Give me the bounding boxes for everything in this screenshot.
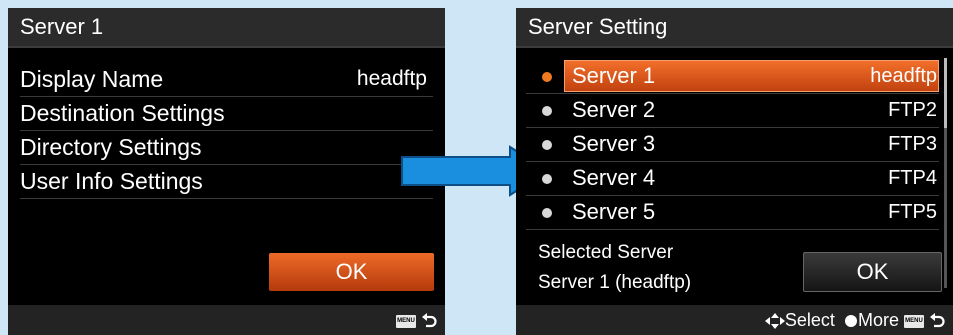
server-status-dot — [542, 140, 552, 150]
server-status-dot — [542, 106, 552, 116]
server-setting-screen: Server Setting Server 1 headftp Server 2… — [516, 8, 953, 335]
server-name: Server 5 — [572, 199, 656, 224]
footer-bar: Select More MENU — [516, 305, 953, 335]
server-value: FTP4 — [888, 167, 937, 189]
menu-item-user-info-settings[interactable]: User Info Settings — [20, 164, 433, 199]
server-list-item[interactable]: Server 1 headftp — [526, 59, 939, 94]
server-1-screen: Server 1 Display Name headftp Destinatio… — [8, 8, 445, 335]
server-status-dot — [542, 72, 552, 82]
server-name: Server 2 — [572, 97, 656, 122]
select-arrows-icon — [764, 313, 785, 330]
menu-item-label: Destination Settings — [20, 100, 225, 126]
selected-server-value: Server 1 (headftp) — [538, 272, 692, 293]
menu-item-label: Directory Settings — [20, 134, 202, 160]
server-name: Server 1 — [572, 63, 656, 88]
server-list-item[interactable]: Server 5 FTP5 — [526, 195, 939, 230]
menu-item-display-name[interactable]: Display Name headftp — [20, 62, 433, 97]
server-name: Server 3 — [572, 131, 656, 156]
back-arrow-icon[interactable] — [421, 312, 437, 330]
server-status-dot — [542, 208, 552, 218]
menu-item-label: Display Name — [20, 66, 164, 92]
menu-item-directory-settings[interactable]: Directory Settings — [20, 130, 433, 165]
menu-item-destination-settings[interactable]: Destination Settings — [20, 96, 433, 131]
footer-more-label: More — [857, 310, 899, 330]
server-list-item[interactable]: Server 3 FTP3 — [526, 127, 939, 162]
ok-button[interactable]: OK — [269, 253, 434, 291]
selected-server-label: Selected Server — [538, 242, 674, 263]
menu-button-icon: MENU — [395, 314, 416, 328]
server-status-dot — [542, 174, 552, 184]
server-value: headftp — [870, 65, 937, 87]
server-value: FTP3 — [888, 133, 937, 155]
ok-button[interactable]: OK — [803, 252, 942, 292]
back-arrow-icon[interactable] — [929, 312, 945, 330]
screen-title: Server Setting — [516, 8, 953, 48]
server-value: FTP5 — [888, 201, 937, 223]
scrollbar-thumb[interactable] — [944, 58, 947, 128]
server-list-item[interactable]: Server 2 FTP2 — [526, 93, 939, 128]
menu-item-label: User Info Settings — [20, 168, 203, 194]
footer-select-label: Select — [784, 310, 835, 330]
scrollbar[interactable] — [944, 58, 947, 288]
server-name: Server 4 — [572, 165, 656, 190]
screen-title: Server 1 — [8, 8, 445, 48]
server-list-item[interactable]: Server 4 FTP4 — [526, 161, 939, 196]
server-value: FTP2 — [888, 99, 937, 121]
footer-bar: MENU — [8, 305, 445, 335]
circle-button-icon — [844, 315, 857, 328]
menu-item-value: headftp — [356, 67, 427, 90]
menu-button-icon: MENU — [903, 314, 924, 328]
